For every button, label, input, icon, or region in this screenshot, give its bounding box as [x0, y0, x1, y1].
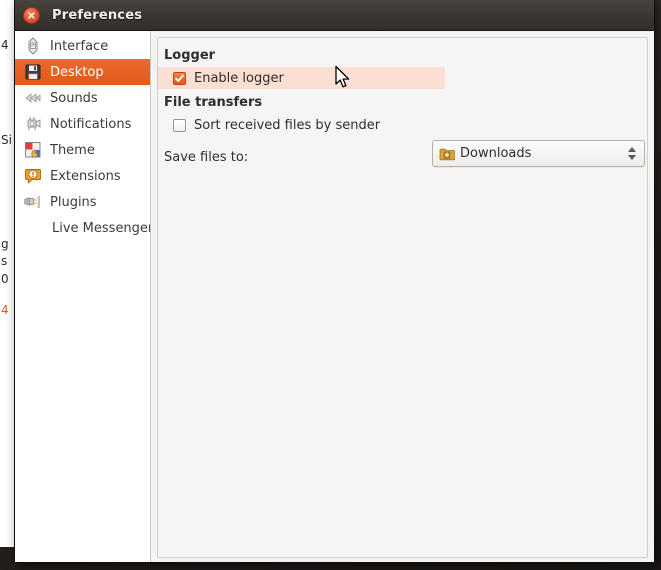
background-text-fragment: 0 — [1, 272, 9, 286]
sidebar-item-label: Live Messenger — [52, 220, 151, 236]
sidebar-item-label: Desktop — [50, 64, 104, 80]
enable-logger-checkbox[interactable] — [173, 71, 186, 85]
background-text-fragment: s — [1, 254, 8, 268]
sidebar-item-label: Interface — [50, 38, 109, 54]
sidebar-item-label: Notifications — [50, 116, 132, 132]
sort-received-checkbox[interactable] — [173, 118, 186, 132]
sidebar-item-label: Plugins — [50, 194, 97, 210]
chevron-updown-icon[interactable] — [628, 147, 636, 160]
sidebar-item-label: Sounds — [50, 90, 98, 106]
sort-received-label: Sort received files by sender — [194, 117, 381, 133]
enable-logger-label: Enable logger — [194, 70, 284, 86]
chevron-down-icon[interactable] — [628, 155, 636, 160]
sidebar-item-theme[interactable]: Theme — [15, 137, 150, 163]
sidebar-item-interface[interactable]: Interface — [15, 33, 150, 59]
sort-received-row[interactable]: Sort received files by sender — [158, 114, 647, 136]
save-files-value: Downloads — [460, 146, 532, 161]
preferences-dialog: Preferences Interface Desktop Sounds Not… — [14, 0, 655, 563]
background-text-fragment: Si — [1, 133, 12, 147]
background-text-fragment: 4 — [1, 38, 9, 52]
sidebar-item-label: Extensions — [50, 168, 121, 184]
sidebar-item-desktop[interactable]: Desktop — [15, 59, 150, 85]
title-bar[interactable]: Preferences — [15, 0, 654, 31]
save-files-folder-chooser[interactable]: Downloads — [432, 140, 645, 167]
sidebar-item-label: Theme — [50, 142, 95, 158]
downloads-folder-icon — [439, 147, 455, 161]
sidebar: Interface Desktop Sounds Notifications T… — [15, 31, 151, 562]
background-text-fragment: g — [1, 237, 9, 251]
sidebar-item-extensions[interactable]: Extensions — [15, 163, 150, 189]
save-files-label: Save files to: — [164, 150, 249, 165]
interface-icon — [23, 36, 43, 56]
chevron-up-icon[interactable] — [628, 147, 636, 152]
close-icon[interactable] — [23, 6, 40, 24]
extensions-icon — [23, 166, 43, 186]
dialog-body: Interface Desktop Sounds Notifications T… — [15, 31, 654, 562]
logger-group-title: Logger — [164, 48, 216, 63]
notifications-icon — [23, 114, 43, 134]
file-transfers-group-title: File transfers — [164, 95, 263, 110]
sidebar-item-sounds[interactable]: Sounds — [15, 85, 150, 111]
sidebar-item-live-messenger[interactable]: Live Messenger — [15, 215, 150, 241]
floppy-disk-icon — [23, 62, 43, 82]
settings-panel: Logger Enable logger File transfers Sort… — [157, 37, 648, 558]
plugin-icon — [23, 192, 43, 212]
sidebar-item-plugins[interactable]: Plugins — [15, 189, 150, 215]
theme-icon — [23, 140, 43, 160]
sounds-icon — [23, 88, 43, 108]
background-text-fragment: 4 — [1, 303, 9, 317]
window-title: Preferences — [52, 7, 143, 23]
sidebar-item-notifications[interactable]: Notifications — [15, 111, 150, 137]
enable-logger-row[interactable]: Enable logger — [158, 67, 445, 89]
